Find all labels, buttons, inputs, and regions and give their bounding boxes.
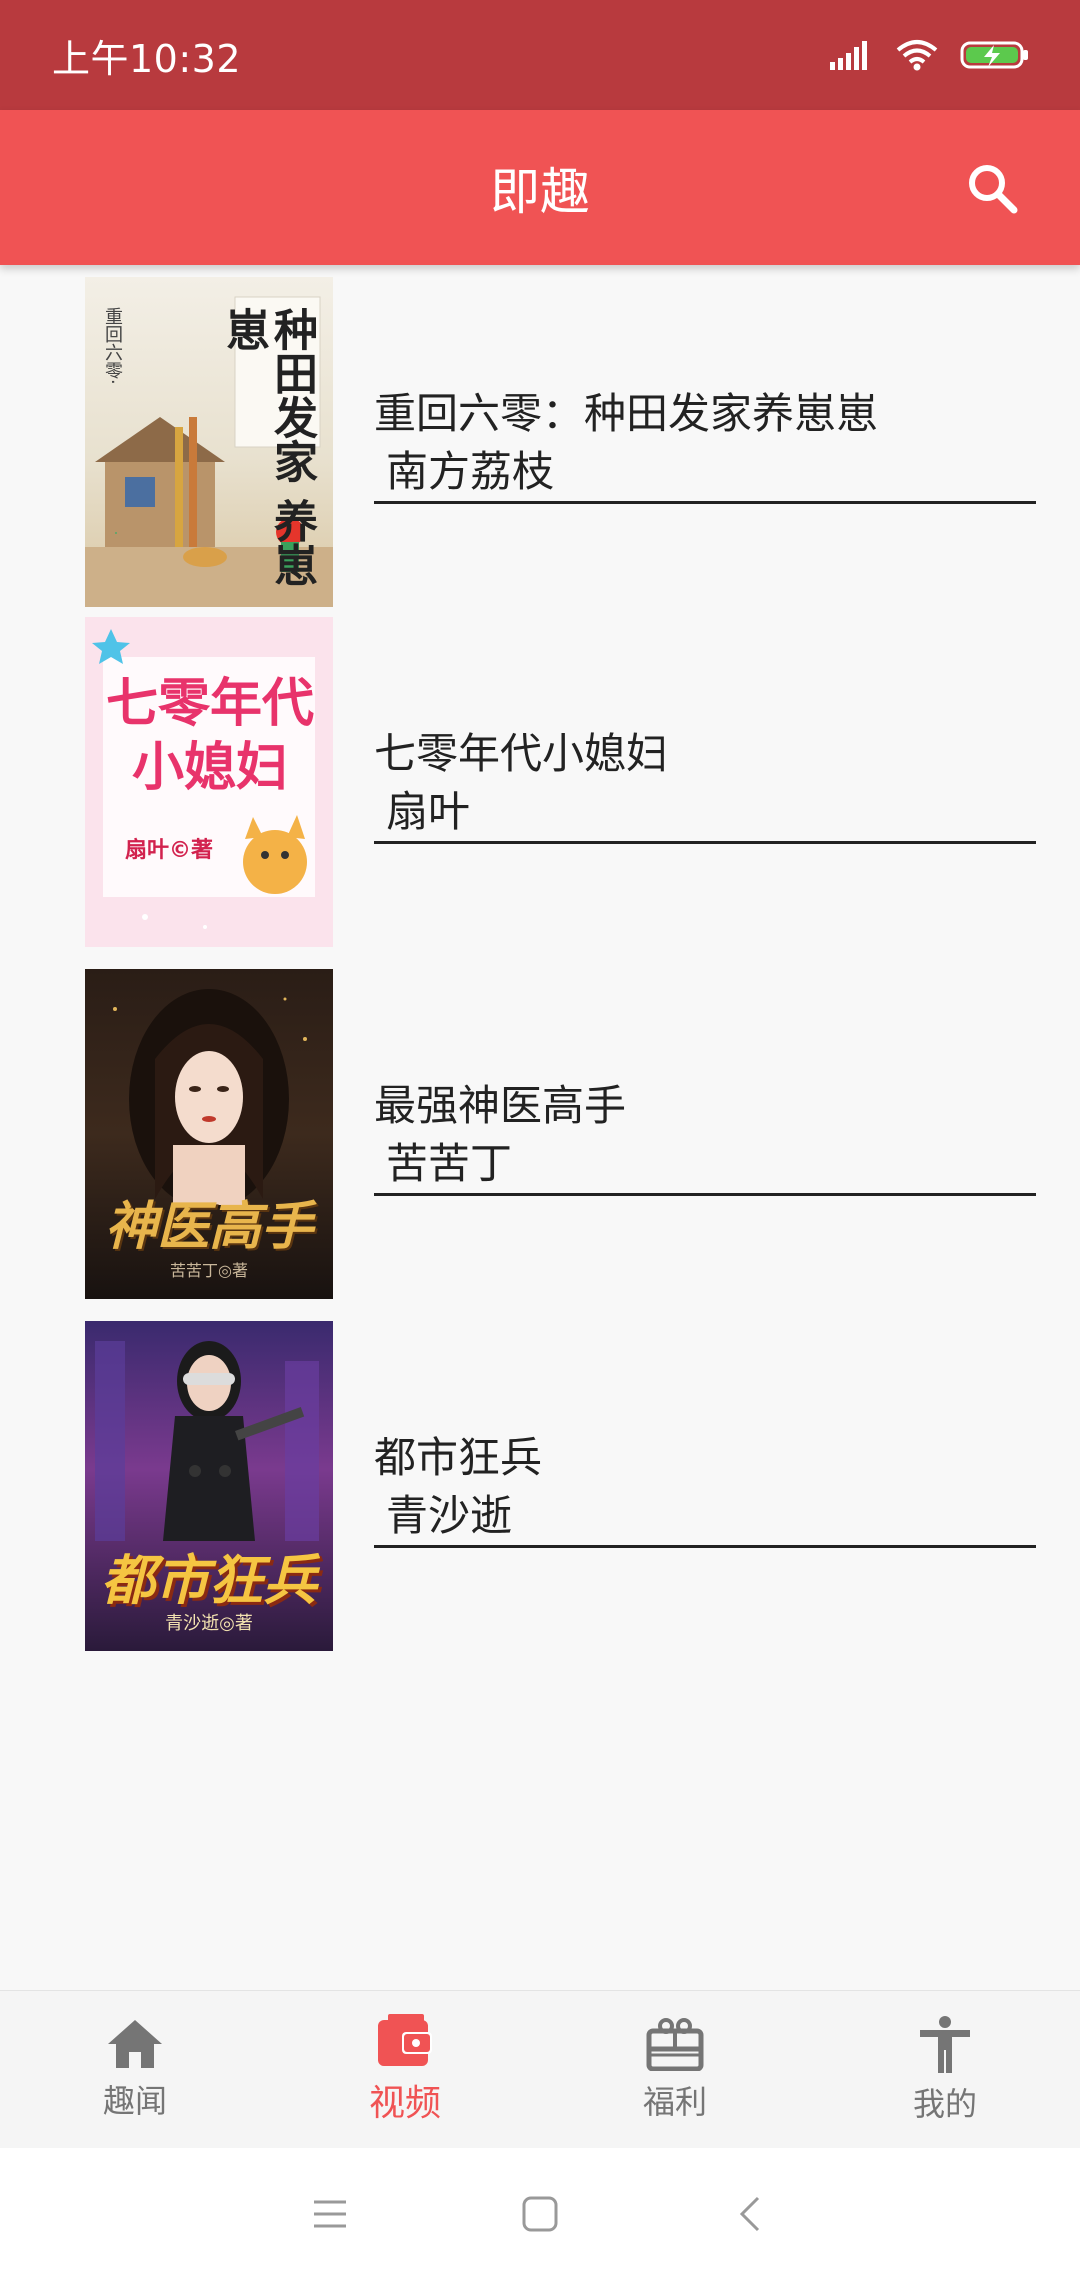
book-info: 七零年代小媳妇 扇叶 — [374, 725, 1036, 844]
book-title: 重回六零：种田发家养崽崽 — [374, 389, 879, 438]
home-square-icon[interactable] — [520, 2194, 560, 2234]
menu-icon[interactable] — [310, 2197, 350, 2231]
nav-label-mine: 我的 — [912, 2085, 977, 2123]
bottom-nav: 趣闻 视频 福利 我的 — [0, 1990, 1080, 2149]
search-button[interactable] — [962, 158, 1022, 218]
nav-item-news[interactable]: 趣闻 — [0, 1991, 270, 2149]
book-author: 青沙逝 — [386, 1491, 513, 1540]
list-item[interactable]: 七零年代 小媳妇 扇叶©著 七零年代小媳妇 扇叶 — [0, 617, 1080, 969]
cover-subtitle-text: 重回六零· — [102, 307, 123, 385]
book-cover: 七零年代 小媳妇 扇叶©著 — [85, 617, 333, 947]
app-bar: 即趣 — [0, 110, 1080, 265]
book-info: 都市狂兵 青沙逝 — [374, 1429, 1036, 1548]
cover-subtitle-text: 青沙逝◎著 — [165, 1613, 253, 1634]
signal-icon — [830, 41, 867, 70]
book-info: 最强神医高手 苦苦丁 — [374, 1077, 1036, 1196]
list-item[interactable]: 神医高手 苦苦丁◎著 最强神医高手 苦苦丁 — [0, 969, 1080, 1321]
book-info: 重回六零：种田发家养崽崽 南方荔枝 — [374, 385, 1036, 504]
cover-title-text: 都市狂兵 — [101, 1549, 317, 1612]
status-time: 上午10:32 — [52, 36, 242, 81]
book-cover: 都市狂兵 青沙逝◎著 — [85, 1321, 333, 1651]
app-title: 即趣 — [490, 162, 590, 221]
nav-item-mine[interactable]: 我的 — [810, 1991, 1080, 2149]
book-author: 南方荔枝 — [386, 447, 555, 496]
nav-item-welfare[interactable]: 福利 — [540, 1991, 810, 2149]
system-nav-bar — [0, 2148, 1080, 2280]
cover-subtitle-text: 苦苦丁◎著 — [170, 1261, 248, 1280]
book-cover: 种田发家 养崽崽 重回六零· — [85, 277, 333, 607]
home-icon — [108, 2020, 162, 2068]
book-title: 最强神医高手 — [374, 1081, 627, 1130]
book-title: 都市狂兵 — [374, 1433, 543, 1482]
nav-label-video: 视频 — [368, 2083, 441, 2124]
book-author: 扇叶 — [386, 787, 471, 836]
list-item[interactable]: 都市狂兵 青沙逝◎著 都市狂兵 青沙逝 — [0, 1321, 1080, 1673]
status-bar: 上午10:32 — [0, 0, 1080, 110]
book-cover: 神医高手 苦苦丁◎著 — [85, 969, 333, 1299]
nav-label-news: 趣闻 — [102, 2082, 167, 2120]
status-icons — [830, 39, 1030, 71]
wifi-icon — [896, 40, 938, 71]
battery-charging-icon — [960, 41, 1028, 69]
book-list: 种田发家 养崽崽 重回六零· 重回六零：种田发家养崽崽 南方荔枝 七零年代 小媳… — [0, 265, 1080, 1673]
book-title: 七零年代小媳妇 — [374, 729, 669, 778]
gift-icon — [646, 2018, 704, 2071]
list-item[interactable]: 种田发家 养崽崽 重回六零· 重回六零：种田发家养崽崽 南方荔枝 — [0, 265, 1080, 617]
search-icon — [969, 164, 1018, 213]
person-icon — [920, 2016, 970, 2073]
book-author: 苦苦丁 — [386, 1139, 513, 1188]
cover-title-text: 七零年代 小媳妇 — [105, 674, 314, 798]
cover-title-text: 种田发家 养崽崽 — [218, 307, 317, 587]
nav-item-video[interactable]: 视频 — [270, 1991, 540, 2149]
back-icon[interactable] — [730, 2194, 770, 2234]
cover-subtitle-text: 扇叶©著 — [125, 838, 214, 863]
cover-title-text: 神医高手 — [104, 1196, 313, 1257]
nav-label-welfare: 福利 — [642, 2083, 707, 2121]
wallet-icon — [378, 2014, 432, 2066]
